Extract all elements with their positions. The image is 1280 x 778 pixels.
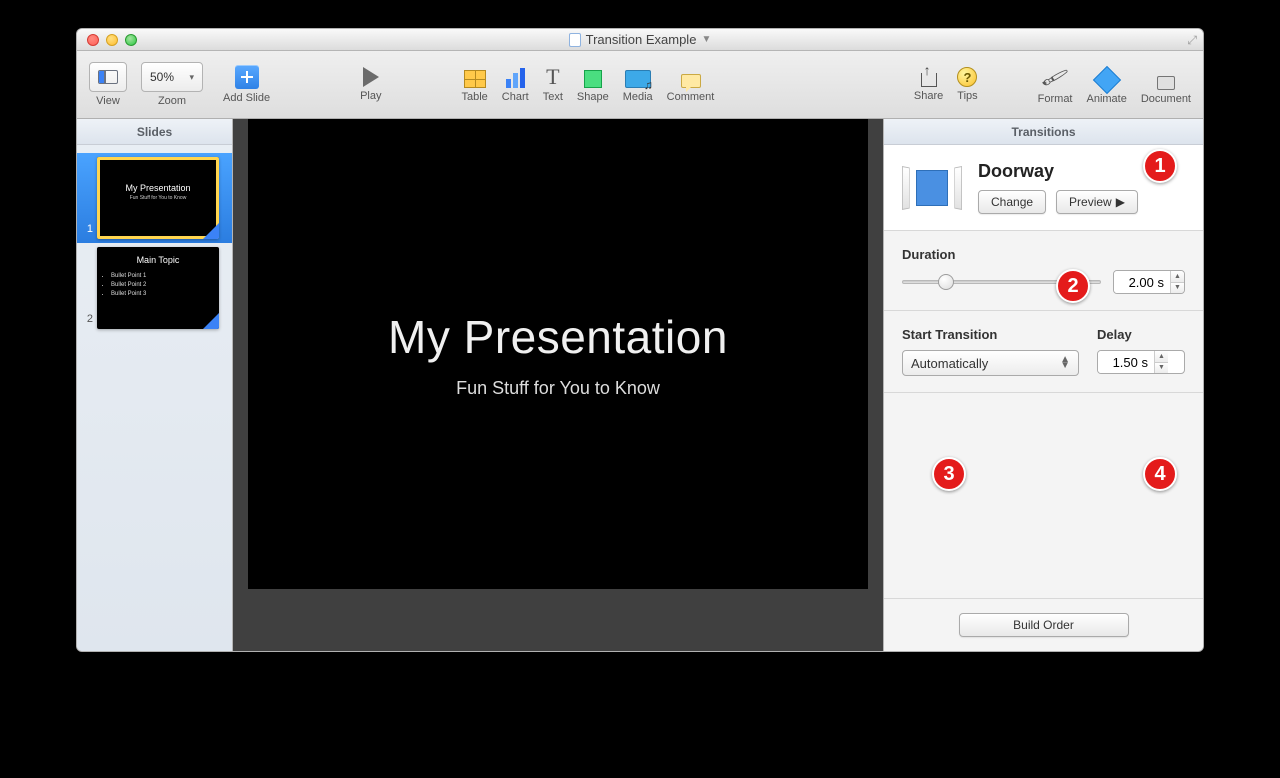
canvas[interactable]: My Presentation Fun Stuff for You to Kno… — [233, 119, 883, 651]
delay-field[interactable]: ▲▼ — [1097, 350, 1185, 374]
duration-input[interactable] — [1114, 271, 1170, 293]
media-label: Media — [623, 91, 653, 103]
animate-button[interactable] — [1093, 65, 1121, 93]
duration-label: Duration — [902, 247, 1185, 262]
comment-button[interactable] — [681, 74, 701, 88]
text-button[interactable]: T — [546, 66, 559, 88]
zoom-value: 50% — [150, 70, 174, 84]
format-label: Format — [1038, 93, 1073, 105]
chevron-down-icon: ▾ — [189, 72, 194, 83]
window-title: Transition Example — [586, 32, 697, 47]
delay-stepper[interactable]: ▲▼ — [1154, 351, 1168, 373]
annotation-badge-3: 3 — [932, 457, 966, 491]
table-button[interactable] — [464, 70, 486, 88]
tips-label: Tips — [957, 90, 977, 102]
share-label: Share — [914, 90, 943, 102]
preview-effect-button[interactable]: Preview▶ — [1056, 190, 1138, 214]
effect-preview-icon — [902, 164, 962, 212]
zoom-window-button[interactable] — [125, 34, 137, 46]
inspector-panel: Transitions Doorway Change Preview▶ — [883, 119, 1203, 651]
duration-section: Duration ▲▼ — [884, 231, 1203, 311]
thumb-subtitle: Fun Stuff for You to Know — [97, 195, 219, 201]
play-button[interactable] — [363, 67, 379, 87]
inspector-header: Transitions — [884, 119, 1203, 145]
titlebar: Transition Example ▼ ⤢ — [77, 29, 1203, 51]
slide-subtitle[interactable]: Fun Stuff for You to Know — [456, 378, 660, 399]
close-window-button[interactable] — [87, 34, 99, 46]
toolbar: View 50% ▾ Zoom Add Slide Play — [77, 51, 1203, 119]
comment-label: Comment — [667, 91, 715, 103]
start-transition-select[interactable]: Automatically ▲▼ — [902, 350, 1079, 376]
format-button[interactable]: 🖌 — [1040, 62, 1071, 93]
slide-number: 2 — [79, 313, 93, 329]
view-label: View — [96, 95, 120, 107]
thumb-title: My Presentation — [97, 183, 219, 193]
thumb-title: Main Topic — [97, 255, 219, 265]
app-window: Transition Example ▼ ⤢ View 50% ▾ Zoom A — [76, 28, 1204, 652]
add-slide-button[interactable] — [235, 65, 259, 89]
body: Slides 1 My Presentation Fun Stuff for Y… — [77, 119, 1203, 651]
inspector-footer: Build Order — [884, 598, 1203, 651]
zoom-label: Zoom — [158, 95, 186, 107]
slide-canvas[interactable]: My Presentation Fun Stuff for You to Kno… — [248, 119, 868, 589]
window-controls — [77, 34, 137, 46]
start-transition-label: Start Transition — [902, 327, 1079, 342]
start-section: Start Transition Automatically ▲▼ Delay … — [884, 311, 1203, 393]
share-button[interactable] — [921, 73, 937, 87]
slide-list: 1 My Presentation Fun Stuff for You to K… — [77, 145, 232, 341]
play-icon: ▶ — [1116, 195, 1125, 209]
annotation-badge-2: 2 — [1056, 269, 1090, 303]
chevron-down-icon: ▼ — [701, 34, 711, 45]
add-slide-label: Add Slide — [223, 92, 270, 104]
zoom-select[interactable]: 50% ▾ — [141, 62, 203, 92]
tips-button[interactable]: ? — [957, 67, 977, 87]
slide-title[interactable]: My Presentation — [388, 310, 728, 364]
thumb-bullets: Bullet Point 1 Bullet Point 2 Bullet Poi… — [111, 273, 219, 297]
text-label: Text — [543, 91, 563, 103]
media-button[interactable] — [625, 70, 651, 88]
view-icon — [98, 70, 118, 84]
chevron-updown-icon: ▲▼ — [1060, 357, 1070, 369]
chart-label: Chart — [502, 91, 529, 103]
change-effect-button[interactable]: Change — [978, 190, 1046, 214]
document-icon — [569, 33, 581, 47]
view-button[interactable] — [89, 62, 127, 92]
minimize-window-button[interactable] — [106, 34, 118, 46]
annotation-badge-4: 4 — [1143, 457, 1177, 491]
shape-label: Shape — [577, 91, 609, 103]
fullscreen-icon[interactable]: ⤢ — [1187, 33, 1197, 48]
slider-thumb[interactable] — [938, 274, 954, 290]
chart-button[interactable] — [506, 68, 525, 88]
annotation-badge-1: 1 — [1143, 149, 1177, 183]
delay-input[interactable] — [1098, 351, 1154, 373]
shape-button[interactable] — [584, 70, 602, 88]
table-label: Table — [462, 91, 488, 103]
document-label: Document — [1141, 93, 1191, 105]
transition-corner-icon — [203, 223, 219, 239]
delay-label: Delay — [1097, 327, 1185, 342]
slide-thumb-2[interactable]: 2 Main Topic Bullet Point 1 Bullet Point… — [77, 243, 232, 333]
build-order-button[interactable]: Build Order — [959, 613, 1129, 637]
start-transition-value: Automatically — [911, 356, 988, 371]
slides-sidebar: Slides 1 My Presentation Fun Stuff for Y… — [77, 119, 233, 651]
transition-corner-icon — [203, 313, 219, 329]
duration-stepper[interactable]: ▲▼ — [1170, 271, 1184, 293]
play-label: Play — [360, 90, 381, 102]
slide-thumb-1[interactable]: 1 My Presentation Fun Stuff for You to K… — [77, 153, 232, 243]
document-button[interactable] — [1157, 76, 1175, 90]
slide-number: 1 — [79, 223, 93, 239]
duration-field[interactable]: ▲▼ — [1113, 270, 1185, 294]
sidebar-header: Slides — [77, 119, 232, 145]
